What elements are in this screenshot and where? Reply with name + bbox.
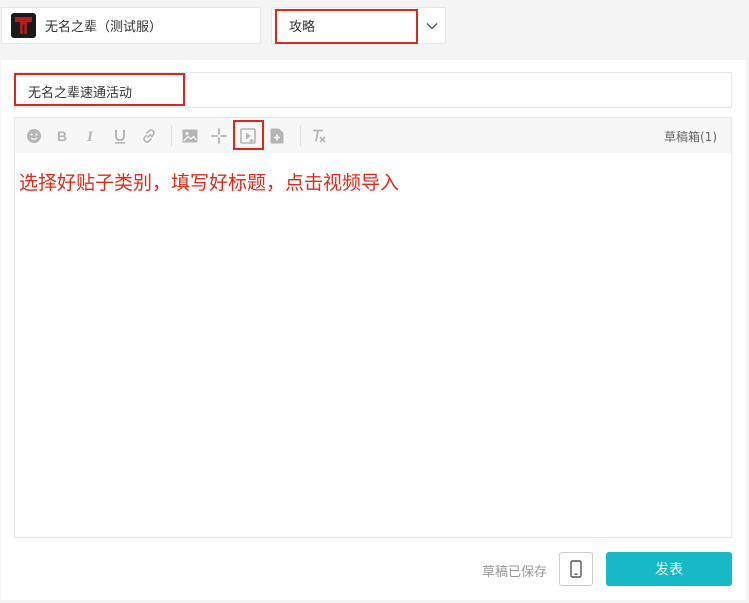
sparkle-icon[interactable] [208,118,230,153]
post-title-value: 无名之辈速通活动 [28,86,133,101]
svg-text:I: I [86,129,94,143]
editor-toolbar: B I 草稿箱(1) [15,118,731,153]
file-add-icon[interactable] [266,118,288,153]
game-selector[interactable]: 无名之辈（测试服） [1,7,261,44]
underline-icon[interactable] [109,118,131,153]
image-icon[interactable] [179,118,201,153]
chevron-down-icon[interactable] [417,8,445,43]
toolbar-divider [171,125,172,146]
game-name: 无名之辈（测试服） [45,20,163,35]
clear-format-icon[interactable] [308,118,330,153]
italic-icon[interactable]: I [80,118,102,153]
category-select[interactable]: 攻略 [271,7,446,44]
game-logo-icon [11,13,36,38]
toolbar-divider [300,125,301,146]
svg-text:B: B [57,129,67,143]
publish-button[interactable]: 发表 [606,552,732,586]
instruction-text: 选择好贴子类别，填写好标题，点击视频导入 [19,172,400,194]
mobile-preview-button[interactable] [559,552,593,586]
draft-saved-status: 草稿已保存 [482,565,548,580]
phone-preview-icon [570,560,582,578]
category-value: 攻略 [289,20,316,35]
link-icon[interactable] [138,118,160,153]
bold-icon[interactable]: B [51,118,73,153]
video-import-icon[interactable] [237,118,259,153]
emoji-icon[interactable] [23,118,45,153]
drafts-link[interactable]: 草稿箱(1) [664,128,717,145]
